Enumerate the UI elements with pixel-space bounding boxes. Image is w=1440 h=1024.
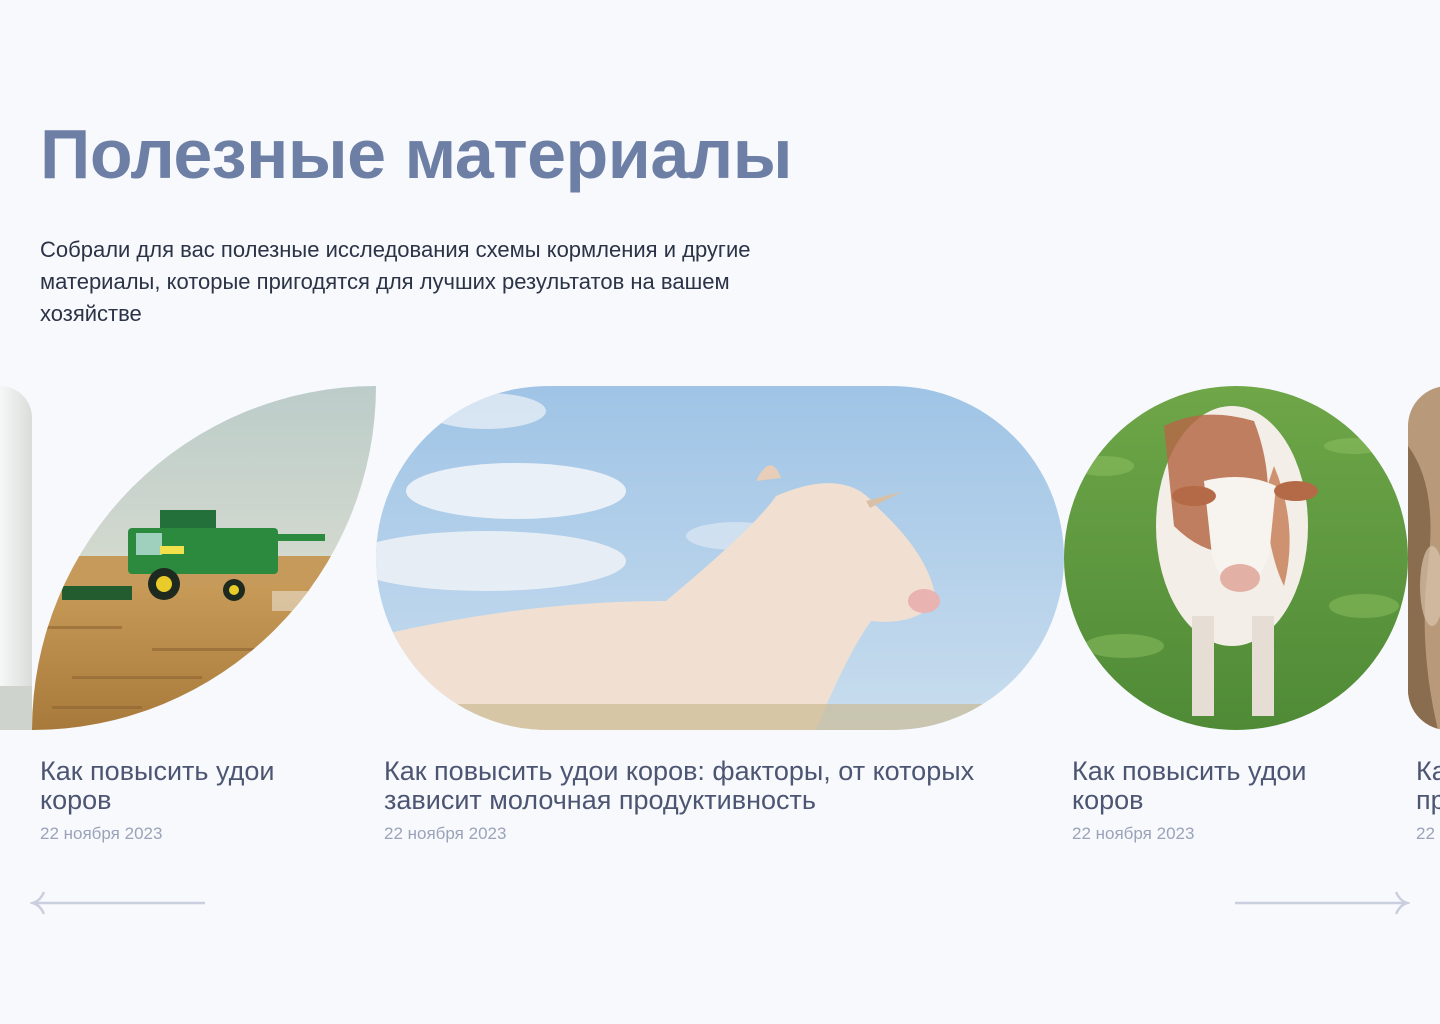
card-title[interactable]: Как повысить удои коров: факторы, от кот… <box>384 757 974 815</box>
arrow-right-icon <box>1235 891 1410 915</box>
card-title[interactable]: Как повысить удои коров <box>40 757 274 815</box>
card-title-line: пр <box>1416 785 1440 815</box>
carousel-prev-button[interactable] <box>30 890 206 916</box>
subtitle-line: Собрали для вас полезные исследования сх… <box>40 237 751 262</box>
subtitle-line: хозяйстве <box>40 301 142 326</box>
section-title: Полезные материалы <box>40 115 793 193</box>
spotted-cow-pasture-photo[interactable] <box>1064 386 1408 730</box>
combine-harvester-photo[interactable] <box>32 386 376 730</box>
card-title-line: коров <box>1072 785 1144 815</box>
card-title-line: коров <box>40 785 112 815</box>
card-date: 22 ноября 2023 <box>384 824 507 843</box>
section-subtitle: Собрали для вас полезные исследования сх… <box>40 234 860 330</box>
card-title-line: Как повысить удои <box>40 756 275 786</box>
card-date: 22 <box>1416 824 1435 843</box>
subtitle-line: материалы, которые пригодятся для лучших… <box>40 269 730 294</box>
carousel-next-button[interactable] <box>1234 890 1410 916</box>
card-title-line: зависит молочная продуктивность <box>384 785 816 815</box>
previous-card-image[interactable] <box>0 386 32 730</box>
white-cow-sky-photo[interactable] <box>376 386 1064 730</box>
card-title-line: Как повысить удои <box>1072 756 1307 786</box>
card-date: 22 ноября 2023 <box>1072 824 1195 843</box>
arrow-left-icon <box>30 891 205 915</box>
card-title[interactable]: Как повысить удои коров <box>1072 757 1306 815</box>
card-title-line: Ка <box>1416 756 1440 786</box>
card-title-line: Как повысить удои коров: факторы, от кот… <box>384 756 975 786</box>
card-date: 22 ноября 2023 <box>40 824 163 843</box>
card-title[interactable]: Ка пр <box>1416 757 1440 815</box>
useful-materials-section: Полезные материалы Собрали для вас полез… <box>0 0 1440 1024</box>
cow-closeup-photo[interactable] <box>1408 386 1440 730</box>
